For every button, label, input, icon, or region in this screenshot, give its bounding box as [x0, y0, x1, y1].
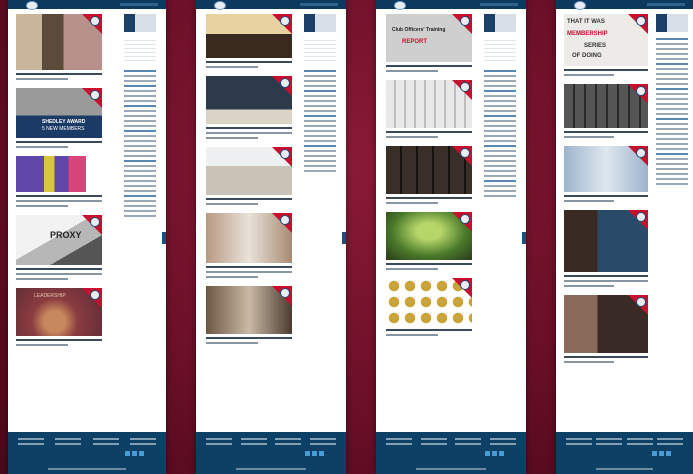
calendar-widget[interactable] [304, 38, 336, 64]
social-icons[interactable] [485, 451, 504, 456]
top-navigation[interactable] [8, 0, 166, 10]
post-thumbnail[interactable]: Club Officers' Training REPORT [386, 14, 472, 62]
ribbon-badge-icon [272, 147, 292, 167]
ribbon-badge-icon [82, 288, 102, 308]
site-logo-icon[interactable] [26, 1, 38, 10]
post-thumbnail[interactable] [386, 278, 472, 326]
ribbon-badge-icon [82, 215, 102, 235]
top-navigation[interactable] [196, 0, 346, 10]
post-list [206, 14, 292, 344]
sidebar-ad[interactable] [124, 14, 156, 32]
top-navigation[interactable] [556, 0, 693, 10]
post-thumbnail[interactable] [386, 80, 472, 128]
ribbon-badge-icon [452, 212, 472, 232]
ribbon-badge-icon [628, 210, 648, 230]
site-footer [8, 432, 166, 474]
ribbon-badge-icon [452, 146, 472, 166]
nav-links[interactable] [647, 3, 685, 6]
sidebar [484, 14, 516, 200]
post-thumbnail[interactable] [386, 146, 472, 194]
post-thumbnail[interactable]: THAT IT WAS MEMBERSHIP SERIES OF DOING [564, 14, 648, 66]
ribbon-badge-icon [82, 88, 102, 108]
post-thumbnail[interactable] [206, 14, 292, 58]
post-list: THAT IT WAS MEMBERSHIP SERIES OF DOING [564, 14, 648, 363]
website-page-1[interactable]: SHEDLEY AWARD 5 NEW MEMBERS PROXY LEADER… [8, 0, 166, 474]
post-thumbnail[interactable] [206, 76, 292, 124]
scroll-handle[interactable] [162, 232, 166, 244]
thumbnail-caption: THAT IT WAS [567, 19, 605, 25]
sidebar [124, 14, 156, 220]
ribbon-badge-icon [272, 286, 292, 306]
scroll-handle[interactable] [522, 232, 526, 244]
post-list: Club Officers' Training REPORT [386, 14, 472, 336]
ribbon-badge-icon [82, 14, 102, 34]
ribbon-badge-icon [628, 84, 648, 104]
post-thumbnail[interactable] [386, 212, 472, 260]
site-logo-icon[interactable] [214, 1, 226, 10]
website-page-3[interactable]: Club Officers' Training REPORT [376, 0, 526, 474]
ribbon-badge-icon [452, 14, 472, 34]
post-thumbnail[interactable] [564, 146, 648, 192]
sidebar-ad[interactable] [484, 14, 516, 32]
calendar-widget[interactable] [124, 38, 156, 64]
post-thumbnail[interactable] [564, 84, 648, 128]
nav-links[interactable] [120, 3, 158, 6]
social-icons[interactable] [305, 451, 324, 456]
thumbnail-caption: OF DOING [572, 53, 602, 59]
ribbon-badge-icon [272, 213, 292, 233]
post-list: SHEDLEY AWARD 5 NEW MEMBERS PROXY LEADER… [16, 14, 102, 346]
post-thumbnail[interactable] [206, 147, 292, 195]
thumbnail-caption: REPORT [402, 39, 428, 45]
top-navigation[interactable] [376, 0, 526, 10]
post-thumbnail[interactable]: PROXY [16, 215, 102, 265]
post-thumbnail[interactable] [206, 286, 292, 334]
post-thumbnail[interactable] [16, 156, 86, 192]
social-icons[interactable] [125, 451, 144, 456]
ribbon-badge-icon [628, 295, 648, 315]
thumbnail-caption: 5 NEW MEMBERS [42, 126, 85, 132]
ribbon-badge-icon [452, 278, 472, 298]
post-thumbnail[interactable] [564, 210, 648, 272]
post-thumbnail[interactable] [16, 14, 102, 70]
calendar-widget[interactable] [484, 38, 516, 64]
post-thumbnail[interactable]: LEADERSHIP [16, 288, 102, 336]
thumbnail-caption: LEADERSHIP [34, 293, 66, 299]
sidebar [304, 14, 336, 175]
sidebar [656, 14, 688, 188]
site-footer [556, 432, 693, 474]
website-page-2[interactable] [196, 0, 346, 474]
ribbon-badge-icon [452, 80, 472, 100]
post-thumbnail[interactable] [206, 213, 292, 263]
thumbnail-caption: SERIES [584, 43, 607, 49]
sidebar-ad[interactable] [656, 14, 688, 32]
site-footer [196, 432, 346, 474]
thumbnail-caption: PROXY [50, 230, 82, 240]
social-icons[interactable] [652, 451, 671, 456]
post-thumbnail[interactable] [564, 295, 648, 353]
ribbon-badge-icon [272, 14, 292, 34]
sidebar-ad[interactable] [304, 14, 336, 32]
ribbon-badge-icon [628, 14, 648, 34]
thumbnail-caption: Club Officers' Training [392, 27, 446, 33]
thumbnail-caption: MEMBERSHIP [567, 31, 608, 37]
website-page-4[interactable]: THAT IT WAS MEMBERSHIP SERIES OF DOING [556, 0, 693, 474]
site-logo-icon[interactable] [394, 1, 406, 10]
post-thumbnail[interactable]: SHEDLEY AWARD 5 NEW MEMBERS [16, 88, 102, 138]
nav-links[interactable] [300, 3, 338, 6]
site-footer [376, 432, 526, 474]
site-logo-icon[interactable] [574, 1, 586, 10]
ribbon-badge-icon [272, 76, 292, 96]
thumbnail-caption: SHEDLEY AWARD [42, 119, 86, 125]
nav-links[interactable] [480, 3, 518, 6]
scroll-handle[interactable] [342, 232, 346, 244]
post-title[interactable] [16, 73, 102, 75]
ribbon-badge-icon [628, 146, 648, 166]
